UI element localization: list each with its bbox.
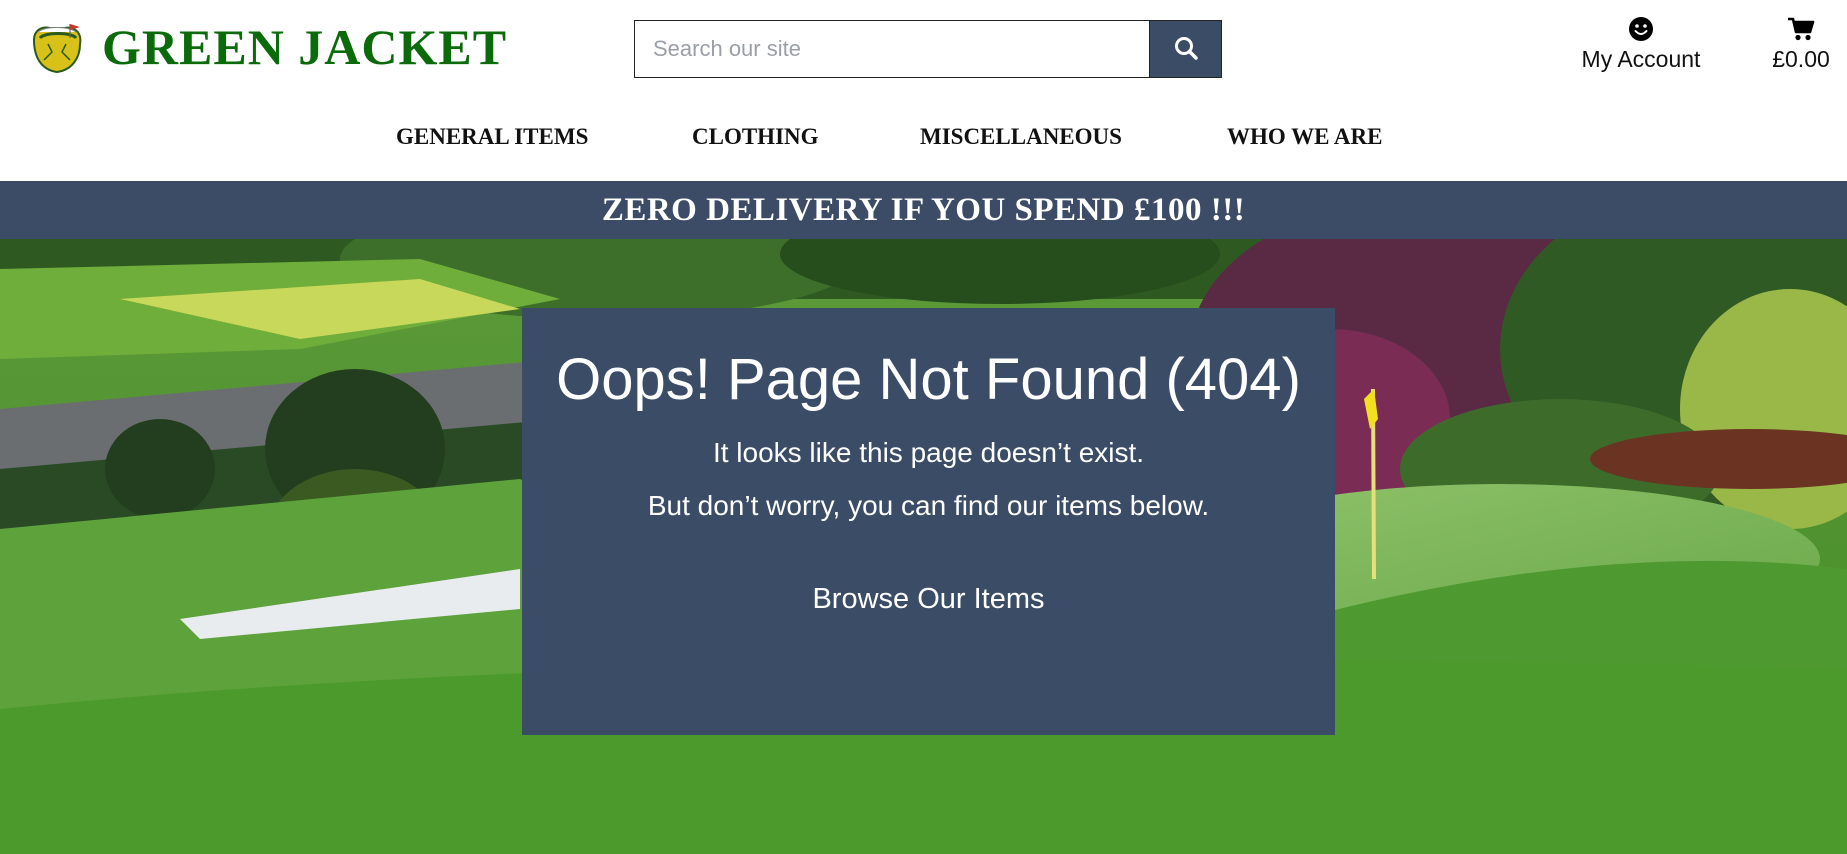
nav-item-miscellaneous[interactable]: MISCELLANEOUS <box>920 124 1122 150</box>
delivery-banner: ZERO DELIVERY IF YOU SPEND £100 !!! <box>0 181 1847 239</box>
brand-name: GREEN JACKET <box>102 19 508 75</box>
cart-total: £0.00 <box>1772 46 1830 72</box>
error-message-line-2: But don’t worry, you can find our items … <box>647 489 1210 521</box>
search-button[interactable] <box>1149 20 1222 78</box>
cart-link[interactable]: £0.00 <box>1766 16 1836 73</box>
my-account-label: My Account <box>1581 46 1701 72</box>
error-message-line-1: It looks like this page doesn’t exist. <box>712 436 1145 468</box>
search-icon <box>1173 35 1199 64</box>
nav-item-who-we-are[interactable]: WHO WE ARE <box>1227 124 1383 150</box>
nav-item-clothing[interactable]: CLOTHING <box>692 124 819 150</box>
search-form <box>634 20 1222 78</box>
masters-logo-icon <box>28 18 86 76</box>
search-input[interactable] <box>634 20 1149 78</box>
nav-item-general-items[interactable]: GENERAL ITEMS <box>396 124 588 150</box>
smiley-icon <box>1628 16 1654 42</box>
delivery-banner-text: ZERO DELIVERY IF YOU SPEND £100 !!! <box>601 191 1246 228</box>
brand-home-link[interactable]: GREEN JACKET <box>28 18 507 76</box>
main-nav: GENERAL ITEMS CLOTHING MISCELLANEOUS WHO… <box>0 124 1847 154</box>
error-title: Oops! Page Not Found (404) <box>556 347 1301 412</box>
cart-icon <box>1787 16 1815 42</box>
error-card: Oops! Page Not Found (404) It looks like… <box>522 308 1335 735</box>
my-account-link[interactable]: My Account <box>1578 16 1704 73</box>
site-header: GREEN JACKET My Account <box>0 0 1847 181</box>
browse-items-button[interactable]: Browse Our Items <box>812 583 1044 616</box>
